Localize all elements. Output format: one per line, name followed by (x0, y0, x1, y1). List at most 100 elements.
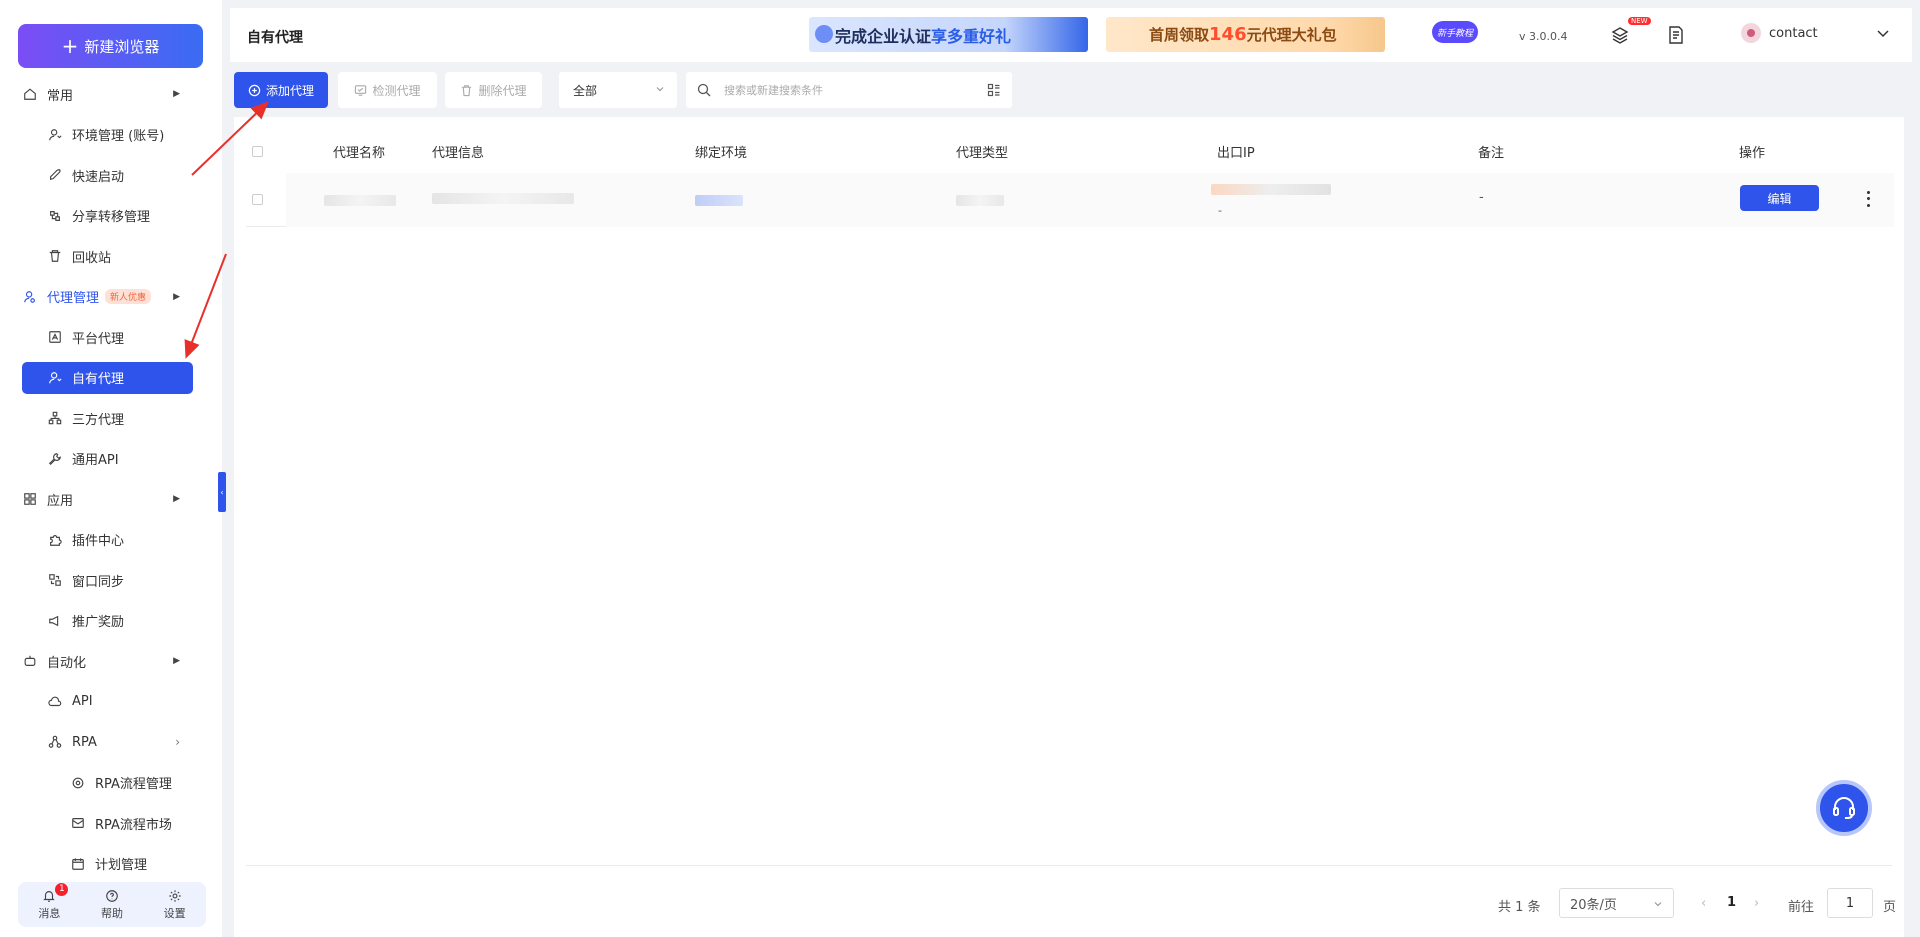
sidebar-item-label: 回收站 (72, 250, 112, 266)
sidebar-item-rpa-flow-market[interactable]: RPA流程市场 (0, 803, 222, 844)
filter-list-icon[interactable] (987, 83, 1001, 97)
platform-icon (47, 329, 63, 345)
sidebar-item-platform-proxy[interactable]: 平台代理 (0, 317, 222, 358)
messages-button[interactable]: 1 消息 (38, 882, 69, 921)
select-all-checkbox[interactable] (252, 145, 263, 157)
shield-check-icon (815, 25, 833, 43)
sidebar-item-third-party-proxy[interactable]: 三方代理 (0, 398, 222, 439)
user-icon (47, 370, 63, 386)
gear-icon (168, 889, 181, 902)
sidebar-item-recycle-bin[interactable]: 回收站 (0, 236, 222, 277)
bell-icon (43, 890, 56, 902)
caret-right-icon: ▶ (173, 656, 180, 667)
chevron-right-icon: › (175, 735, 180, 750)
sidebar-item-label: 环境管理 (账号) (72, 129, 165, 145)
sidebar-group-common[interactable]: 常用 ▶ (0, 74, 222, 115)
proxy-name-redacted (324, 195, 396, 206)
sidebar-item-label: RPA流程管理 (95, 777, 172, 793)
proxy-info-redacted (432, 193, 574, 204)
enterprise-certification-banner[interactable]: 完成企业认证 享多重好礼 (809, 17, 1088, 52)
add-proxy-button[interactable]: 添加代理 (234, 72, 328, 108)
sidebar-item-schedule-management[interactable]: 计划管理 (0, 844, 222, 885)
customer-support-button[interactable] (1816, 780, 1872, 836)
megaphone-icon (47, 613, 63, 629)
sidebar-item-own-proxy[interactable]: 自有代理 (0, 358, 222, 399)
table-row[interactable]: - - 编辑 (246, 173, 1894, 227)
page-size-select[interactable]: 20条/页 (1559, 888, 1674, 918)
prev-page-button[interactable]: ‹ (1701, 896, 1706, 911)
new-tag-badge: NEW (1628, 17, 1651, 25)
sidebar-item-label: 分享转移管理 (72, 210, 151, 226)
goto-page-input[interactable] (1827, 888, 1873, 918)
plus-icon: + (61, 34, 79, 58)
column-header: 备注 (1478, 145, 1505, 161)
sidebar-item-label: 自动化 (47, 655, 87, 671)
caret-right-icon: ▶ (173, 291, 180, 302)
sidebar-item-label: API (72, 694, 93, 710)
sidebar-item-label: 通用API (72, 453, 119, 469)
help-icon (106, 889, 118, 902)
search-input[interactable] (724, 75, 974, 105)
sidebar-item-quick-start[interactable]: 快速启动 (0, 155, 222, 196)
row-checkbox[interactable] (252, 194, 263, 205)
edit-button[interactable]: 编辑 (1740, 185, 1819, 211)
messages-label: 消息 (38, 906, 61, 920)
sidebar-item-environment[interactable]: 环境管理 (账号) (0, 115, 222, 156)
check-proxy-button[interactable]: 检测代理 (338, 72, 437, 108)
bound-environment-redacted[interactable] (695, 195, 743, 206)
user-icon (47, 127, 63, 143)
user-menu[interactable]: contact (1741, 23, 1818, 43)
document-icon[interactable] (1666, 25, 1686, 45)
sidebar-group-automation[interactable]: 自动化 ▶ (0, 641, 222, 682)
sidebar-item-window-sync[interactable]: 窗口同步 (0, 560, 222, 601)
sidebar-item-rpa[interactable]: RPA › (0, 722, 222, 763)
filter-select[interactable]: 全部 (559, 72, 677, 108)
page-number-current[interactable]: 1 (1727, 895, 1736, 910)
sidebar-nav: 常用 ▶ 环境管理 (账号) 快速启动 分享转移管理 回收站 代理管理 新人优惠… (0, 74, 222, 884)
layers-icon[interactable] (1610, 25, 1630, 45)
tutorial-button[interactable]: 新手教程 (1432, 21, 1478, 43)
settings-label: 设置 (163, 906, 186, 920)
network-icon (47, 410, 63, 426)
sidebar-item-label: 推广奖励 (72, 615, 125, 631)
sidebar-collapse-handle[interactable]: ‹ (218, 472, 226, 512)
username: contact (1769, 25, 1818, 41)
column-header: 出口IP (1217, 145, 1255, 161)
search-box (686, 72, 1012, 108)
sidebar-item-promotion-rewards[interactable]: 推广奖励 (0, 601, 222, 642)
sidebar-group-apps[interactable]: 应用 ▶ (0, 479, 222, 520)
banner2-text: 首周领取 (1149, 26, 1210, 44)
check-proxy-label: 检测代理 (372, 83, 421, 98)
chevron-down-icon[interactable] (1876, 26, 1890, 40)
trash-icon (462, 84, 472, 96)
cloud-icon (47, 694, 63, 710)
new-browser-button[interactable]: + 新建浏览器 (18, 24, 203, 68)
sidebar-group-proxy[interactable]: 代理管理 新人优惠 ▶ (0, 277, 222, 318)
goto-label: 前往 (1788, 900, 1815, 915)
banner1-highlight: 享多重好礼 (931, 26, 1012, 46)
column-header: 代理名称 (333, 145, 386, 161)
sidebar-item-label: 自有代理 (72, 372, 125, 388)
proxy-gift-banner[interactable]: 首周领取 146 元代理大礼包 (1106, 17, 1385, 52)
share-icon (47, 208, 63, 224)
sidebar-item-share-transfer[interactable]: 分享转移管理 (0, 196, 222, 237)
proxy-icon (22, 289, 38, 305)
settings-button[interactable]: 设置 (164, 889, 186, 921)
sidebar-item-label: 计划管理 (95, 858, 148, 874)
next-page-button[interactable]: › (1754, 896, 1759, 911)
sidebar-item-plugin-center[interactable]: 插件中心 (0, 520, 222, 561)
help-button[interactable]: 帮助 (101, 889, 123, 921)
sidebar-item-api[interactable]: API (0, 682, 222, 723)
target-icon (70, 775, 86, 791)
plus-circle-icon (248, 84, 261, 96)
more-vertical-icon[interactable] (1860, 189, 1876, 209)
sidebar-item-general-api[interactable]: 通用API (0, 439, 222, 480)
sidebar-item-label: 插件中心 (72, 534, 125, 550)
sidebar-item-label: 应用 (47, 493, 74, 509)
page-title: 自有代理 (247, 30, 303, 46)
page-suffix-label: 页 (1883, 900, 1897, 915)
delete-proxy-button[interactable]: 删除代理 (445, 72, 542, 108)
sidebar-item-rpa-flow-management[interactable]: RPA流程管理 (0, 763, 222, 804)
caret-right-icon: ▶ (173, 89, 180, 100)
column-header: 操作 (1739, 145, 1766, 161)
